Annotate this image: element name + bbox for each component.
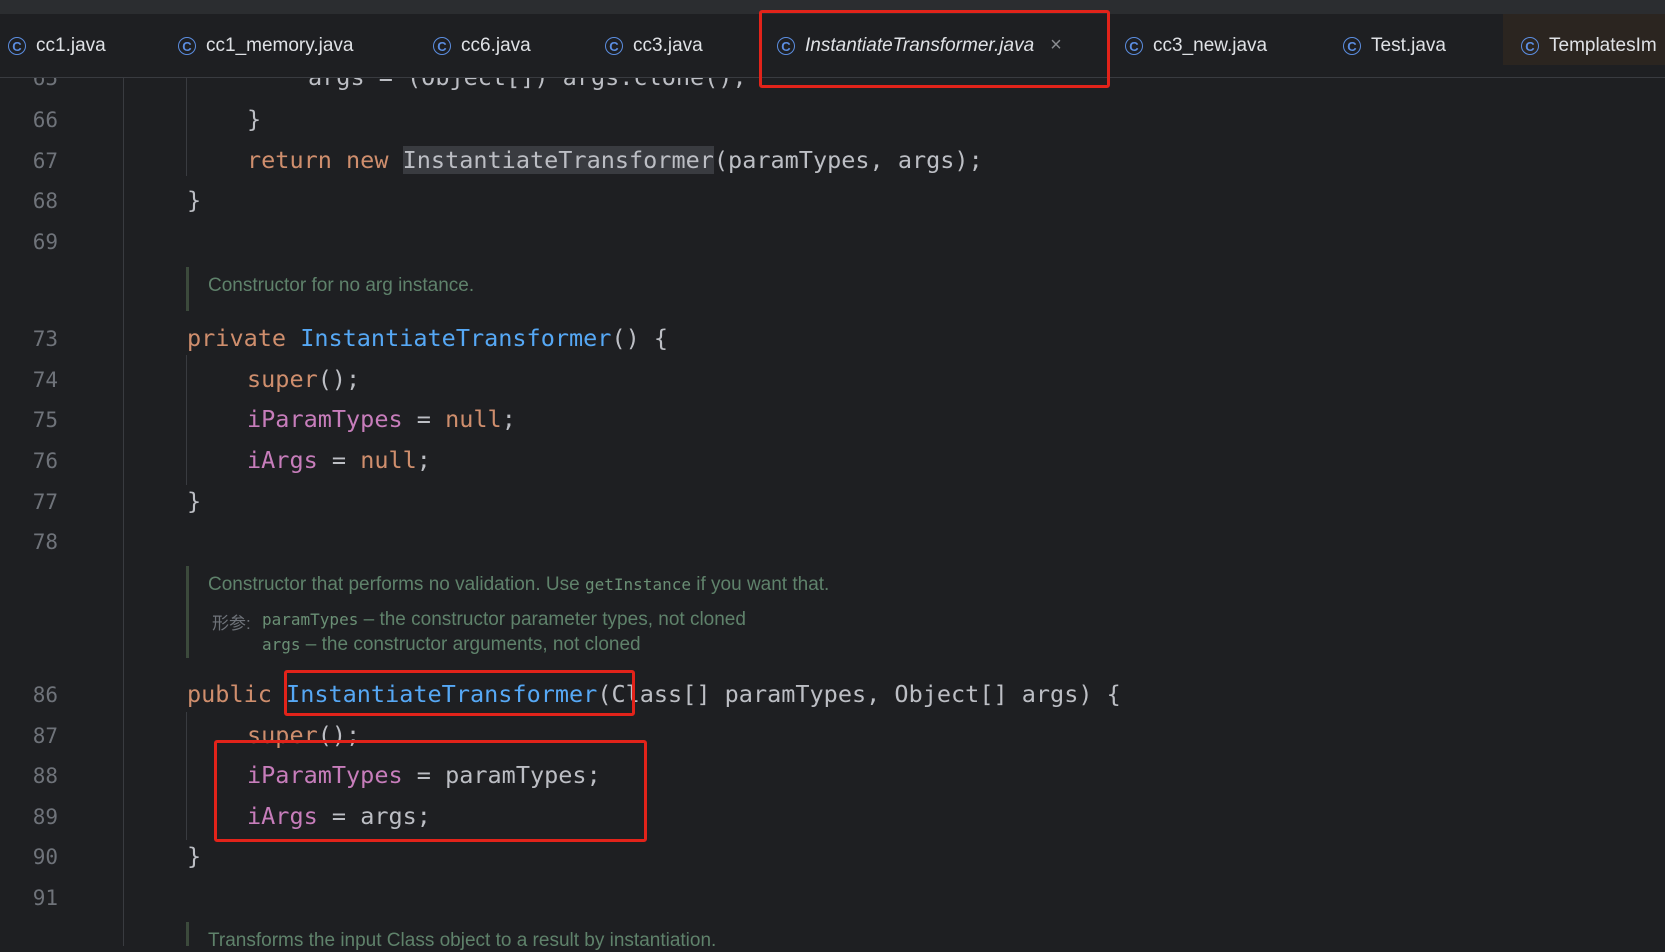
constructor-name: InstantiateTransformer <box>300 324 612 352</box>
tab-label: TemplatesIm <box>1549 34 1657 56</box>
code-line[interactable]: } <box>187 842 201 870</box>
keyword: super <box>247 365 318 393</box>
tab-label: cc3_new.java <box>1153 34 1268 56</box>
doc-text: – the constructor parameter types, not c… <box>358 609 746 630</box>
doc-comment: Transforms the input Class object to a r… <box>208 930 717 951</box>
keyword: null <box>360 446 417 474</box>
keyword: return new <box>247 146 403 174</box>
code-line[interactable]: super(); <box>247 365 360 393</box>
indent-guide <box>186 78 187 176</box>
field-name: iParamTypes <box>247 405 403 433</box>
param-label: 形参: <box>212 614 251 633</box>
code-line[interactable]: } <box>247 105 261 133</box>
indent-guide <box>186 355 187 485</box>
line-number: 74 <box>32 368 58 392</box>
code-text: () { <box>611 324 669 352</box>
keyword: null <box>445 405 502 433</box>
doc-comment: Constructor that performs no validation.… <box>208 574 829 596</box>
doc-comment-bar <box>186 922 189 946</box>
code-text: (Class[] paramTypes, Object[] args) { <box>597 680 1121 708</box>
highlight-box-assignments <box>214 740 647 842</box>
line-number: 91 <box>32 886 58 910</box>
class-icon: C <box>433 36 451 55</box>
code-line[interactable]: } <box>187 186 201 214</box>
doc-text: – the constructor arguments, not cloned <box>300 634 641 655</box>
code-text: (); <box>317 365 361 393</box>
param-name: paramTypes <box>262 610 359 629</box>
code-line[interactable]: iArgs = null; <box>247 446 431 474</box>
tab-label: cc3.java <box>633 34 703 56</box>
line-number: 78 <box>32 530 58 554</box>
class-icon: C <box>605 36 623 55</box>
tab-label: cc6.java <box>461 34 531 56</box>
doc-comment-bar <box>186 566 189 658</box>
code-text: (paramTypes, args); <box>713 146 983 174</box>
code-text: = <box>402 405 446 433</box>
line-number: 86 <box>32 683 58 707</box>
doc-param: paramTypes – the constructor parameter t… <box>262 609 746 631</box>
line-number: 88 <box>32 764 58 788</box>
doc-comment-bar <box>186 267 189 311</box>
line-number: 69 <box>32 230 58 254</box>
code-text: ; <box>416 446 431 474</box>
line-number: 77 <box>32 490 58 514</box>
code-line[interactable]: iParamTypes = null; <box>247 405 516 433</box>
keyword: public <box>187 680 287 708</box>
tab-label: Test.java <box>1371 34 1446 56</box>
tab-label: cc1_memory.java <box>206 34 354 56</box>
code-text: ; <box>501 405 516 433</box>
indent-guide <box>186 712 187 840</box>
class-icon: C <box>8 36 26 55</box>
line-number: 76 <box>32 449 58 473</box>
tab-label: cc1.java <box>36 34 106 56</box>
highlighted-identifier: InstantiateTransformer <box>402 146 714 174</box>
code-text: = <box>317 446 361 474</box>
code-line[interactable]: private InstantiateTransformer() { <box>187 324 668 352</box>
line-number: 67 <box>32 149 58 173</box>
line-number: 87 <box>32 724 58 748</box>
class-icon: C <box>1343 36 1361 55</box>
line-number: 73 <box>32 327 58 351</box>
line-number: 90 <box>32 845 58 869</box>
highlight-box-constructor <box>284 670 635 716</box>
doc-text: if you want that. <box>690 574 830 595</box>
line-number: 68 <box>32 189 58 213</box>
doc-param: args – the constructor arguments, not cl… <box>262 634 641 656</box>
field-name: iArgs <box>247 446 318 474</box>
code-line[interactable]: return new InstantiateTransformer(paramT… <box>247 146 983 174</box>
doc-code: getInstance <box>585 575 691 594</box>
doc-text: Constructor that performs no validation.… <box>208 574 586 595</box>
param-name: args <box>262 635 301 654</box>
code-line[interactable]: } <box>187 487 201 515</box>
doc-comment: Constructor for no arg instance. <box>208 275 475 296</box>
line-number: 89 <box>32 805 58 829</box>
gutter-divider <box>123 78 124 946</box>
keyword: private <box>187 324 301 352</box>
class-icon: C <box>1521 36 1539 55</box>
line-number: 75 <box>32 408 58 432</box>
class-icon: C <box>1125 36 1143 55</box>
line-number: 66 <box>32 108 58 132</box>
class-icon: C <box>178 36 196 55</box>
highlight-box-active-tab <box>759 10 1110 88</box>
